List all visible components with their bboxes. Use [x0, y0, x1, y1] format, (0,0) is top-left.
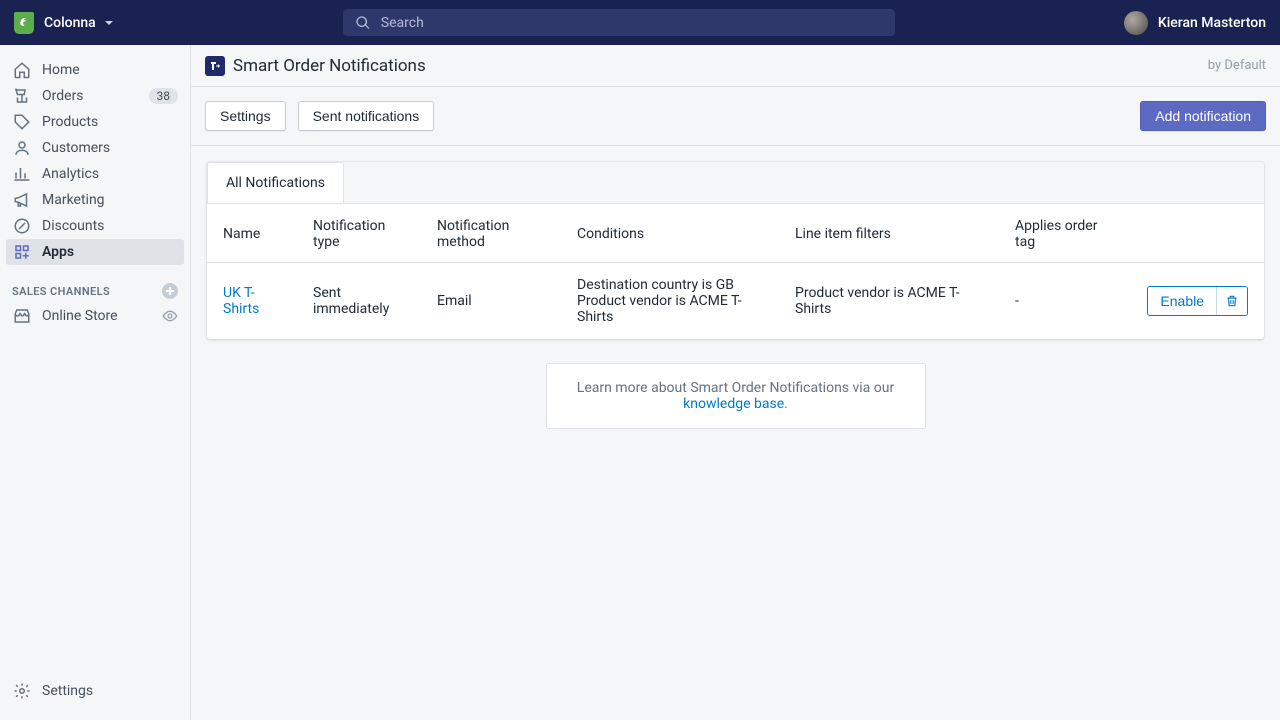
- person-icon: [12, 139, 32, 157]
- shopify-logo-icon[interactable]: [14, 12, 34, 34]
- col-name: Name: [207, 204, 297, 263]
- help-text-prefix: Learn more about Smart Order Notificatio…: [577, 380, 894, 396]
- condition-line: Product vendor is ACME T-Shirts: [577, 293, 763, 325]
- tab-all-notifications[interactable]: All Notifications: [207, 162, 344, 203]
- search-wrap: Search: [114, 9, 1124, 36]
- sidebar-item-label: Products: [42, 114, 98, 130]
- search-placeholder: Search: [381, 15, 424, 31]
- help-box: Learn more about Smart Order Notificatio…: [546, 363, 926, 429]
- notification-method: Email: [421, 263, 561, 340]
- add-notification-button[interactable]: Add notification: [1140, 101, 1266, 131]
- notification-type: Sent immediately: [297, 263, 421, 340]
- user-name: Kieran Masterton: [1158, 15, 1266, 31]
- app-title-bar: Smart Order Notifications by Default: [191, 45, 1280, 87]
- analytics-icon: [12, 165, 32, 183]
- app-byline: by Default: [1208, 58, 1266, 73]
- user-menu[interactable]: Kieran Masterton: [1124, 11, 1266, 35]
- help-text-suffix: .: [784, 396, 788, 412]
- col-method: Notification method: [421, 204, 561, 263]
- store-name[interactable]: Colonna: [44, 15, 96, 31]
- notifications-card: All Notifications Name Notification type…: [207, 162, 1264, 339]
- tabs: All Notifications: [207, 162, 1264, 204]
- col-conditions: Conditions: [561, 204, 779, 263]
- sidebar-item-label: Orders: [42, 88, 84, 104]
- knowledge-base-link[interactable]: knowledge base: [683, 396, 784, 412]
- sales-channels-header: SALES CHANNELS: [0, 283, 190, 299]
- sidebar-item-home[interactable]: Home: [6, 57, 184, 83]
- sidebar-item-apps[interactable]: Apps: [6, 239, 184, 265]
- sidebar-item-label: Discounts: [42, 218, 104, 234]
- sidebar-item-products[interactable]: Products: [6, 109, 184, 135]
- notification-name-link[interactable]: UK T-Shirts: [223, 285, 259, 317]
- home-icon: [12, 61, 32, 79]
- apps-icon: [12, 243, 32, 261]
- condition-line: Destination country is GB: [577, 277, 763, 293]
- main-content: Smart Order Notifications by Default Set…: [191, 45, 1280, 720]
- sidebar-item-marketing[interactable]: Marketing: [6, 187, 184, 213]
- table-row: UK T-Shirts Sent immediately Email Desti…: [207, 263, 1264, 340]
- notifications-table: Name Notification type Notification meth…: [207, 204, 1264, 339]
- enable-button[interactable]: Enable: [1148, 287, 1216, 315]
- app-icon: [205, 56, 225, 76]
- sidebar-item-customers[interactable]: Customers: [6, 135, 184, 161]
- col-type: Notification type: [297, 204, 421, 263]
- delete-button[interactable]: [1216, 287, 1247, 315]
- tag-icon: [12, 113, 32, 131]
- col-filters: Line item filters: [779, 204, 999, 263]
- trash-icon: [1225, 294, 1239, 308]
- sidebar-item-settings[interactable]: Settings: [6, 676, 184, 706]
- toolbar: Settings Sent notifications Add notifica…: [191, 87, 1280, 146]
- sidebar-item-label: Analytics: [42, 166, 99, 182]
- col-tag: Applies order tag: [999, 204, 1129, 263]
- sidebar-item-analytics[interactable]: Analytics: [6, 161, 184, 187]
- channel-online-store[interactable]: Online Store: [0, 303, 190, 329]
- sidebar-item-label: Marketing: [42, 192, 105, 208]
- sidebar-item-orders[interactable]: Orders 38: [6, 83, 184, 109]
- notification-conditions: Destination country is GB Product vendor…: [561, 263, 779, 340]
- section-label: SALES CHANNELS: [12, 285, 110, 298]
- eye-icon[interactable]: [162, 308, 178, 324]
- discount-icon: [12, 217, 32, 235]
- settings-button[interactable]: Settings: [205, 101, 286, 131]
- sidebar: Home Orders 38 Products Customers Analyt…: [0, 45, 191, 720]
- channel-label: Online Store: [42, 308, 118, 324]
- notification-filters: Product vendor is ACME T-Shirts: [779, 263, 999, 340]
- sidebar-item-discounts[interactable]: Discounts: [6, 213, 184, 239]
- sidebar-item-label: Settings: [42, 683, 93, 699]
- chevron-down-icon[interactable]: [104, 18, 114, 28]
- store-icon: [12, 307, 32, 325]
- add-channel-button[interactable]: [162, 283, 178, 299]
- sidebar-item-label: Apps: [42, 244, 74, 260]
- notification-tag: -: [999, 263, 1129, 340]
- orders-icon: [12, 87, 32, 105]
- app-title: Smart Order Notifications: [233, 56, 426, 76]
- search-input[interactable]: Search: [343, 9, 895, 36]
- search-icon: [355, 15, 371, 31]
- sidebar-item-label: Customers: [42, 140, 110, 156]
- topbar: Colonna Search Kieran Masterton: [0, 0, 1280, 45]
- sidebar-item-label: Home: [42, 62, 80, 78]
- row-actions: Enable: [1147, 286, 1248, 316]
- plus-icon: [165, 286, 175, 296]
- megaphone-icon: [12, 191, 32, 209]
- gear-icon: [12, 682, 32, 700]
- avatar: [1124, 11, 1148, 35]
- sent-notifications-button[interactable]: Sent notifications: [298, 101, 435, 131]
- orders-badge: 38: [149, 88, 179, 104]
